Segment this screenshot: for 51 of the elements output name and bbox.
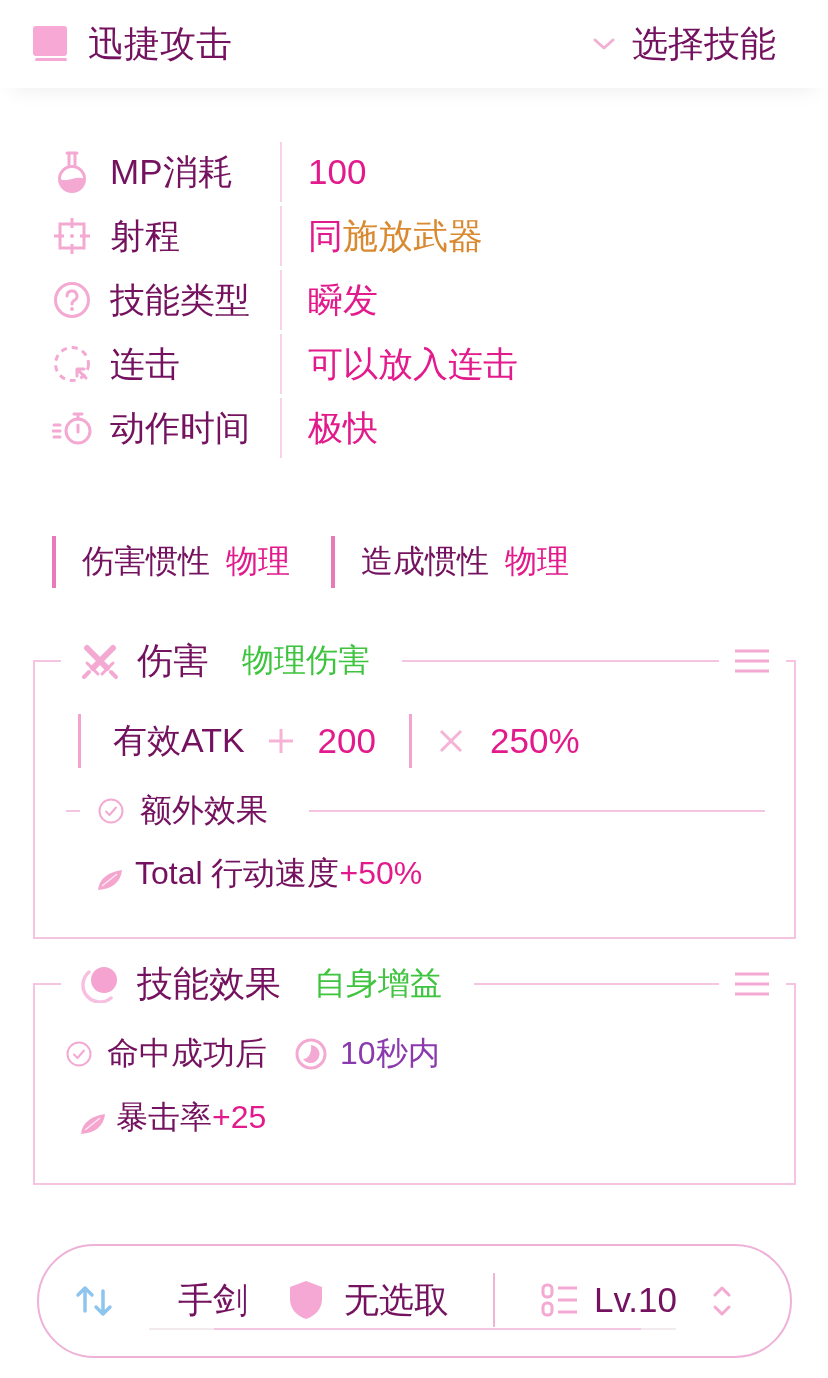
- condition-text: 命中成功后: [107, 1034, 267, 1073]
- card-title: 技能效果: [137, 961, 281, 1006]
- property-value: 可以放入连击: [308, 342, 518, 385]
- property-label: 连击: [110, 342, 181, 385]
- flask-icon: [56, 150, 88, 194]
- effect-text: 暴击率+25: [116, 1098, 267, 1137]
- extra-effects-title: 额外效果: [140, 791, 268, 830]
- check-circle-icon: [66, 1041, 92, 1067]
- duration-text: 10秒内: [340, 1034, 440, 1073]
- question-icon: [53, 281, 91, 319]
- moon-icon: [81, 965, 119, 1003]
- armor-option[interactable]: 无选取: [288, 1276, 449, 1324]
- property-value: 瞬发: [308, 278, 378, 321]
- leaf-icon: [80, 1113, 106, 1135]
- inertia-value: 物理: [226, 542, 290, 581]
- property-label: 技能类型: [110, 278, 251, 321]
- weapon-option[interactable]: 手剑: [178, 1276, 248, 1324]
- inertia-value: 物理: [505, 542, 569, 581]
- property-value: 极快: [308, 406, 378, 449]
- effect-text: Total 行动速度+50%: [135, 854, 423, 893]
- effect-category: 自身增益: [314, 964, 442, 1003]
- crosshair-icon: [53, 217, 91, 255]
- inertia-label: 造成惯性: [361, 542, 489, 581]
- property-label: MP消耗: [110, 150, 234, 193]
- swap-arrows-icon[interactable]: [75, 1285, 113, 1317]
- formula-multiplier: 250%: [490, 721, 580, 761]
- menu-icon[interactable]: [735, 972, 769, 996]
- level-option[interactable]: Lv.10: [541, 1280, 678, 1320]
- formula-addend: 200: [317, 721, 376, 761]
- property-label: 动作时间: [110, 406, 251, 449]
- shield-icon: [288, 1280, 324, 1320]
- chevron-down-icon: [593, 37, 615, 51]
- skill-select-button[interactable]: 选择技能: [593, 19, 776, 69]
- book-icon: [33, 26, 67, 62]
- timer-icon: [295, 1038, 327, 1070]
- property-value: 100: [308, 152, 367, 192]
- card-title: 伤害: [137, 638, 209, 683]
- check-circle-icon: [98, 798, 124, 824]
- sort-list-icon: [541, 1282, 579, 1318]
- menu-icon[interactable]: [735, 649, 769, 673]
- formula-base: 有效ATK: [113, 720, 245, 761]
- inertia-label: 伤害惯性: [82, 542, 210, 581]
- skill-title: 迅捷攻击: [88, 21, 232, 66]
- damage-category: 物理伤害: [242, 641, 370, 680]
- property-value: 同施放武器: [308, 214, 483, 257]
- crossed-swords-icon: [81, 642, 119, 680]
- plus-icon: [266, 727, 295, 755]
- property-label: 射程: [110, 214, 181, 257]
- multiply-icon: [437, 727, 465, 755]
- stopwatch-icon: [52, 410, 92, 446]
- leaf-icon: [97, 869, 123, 891]
